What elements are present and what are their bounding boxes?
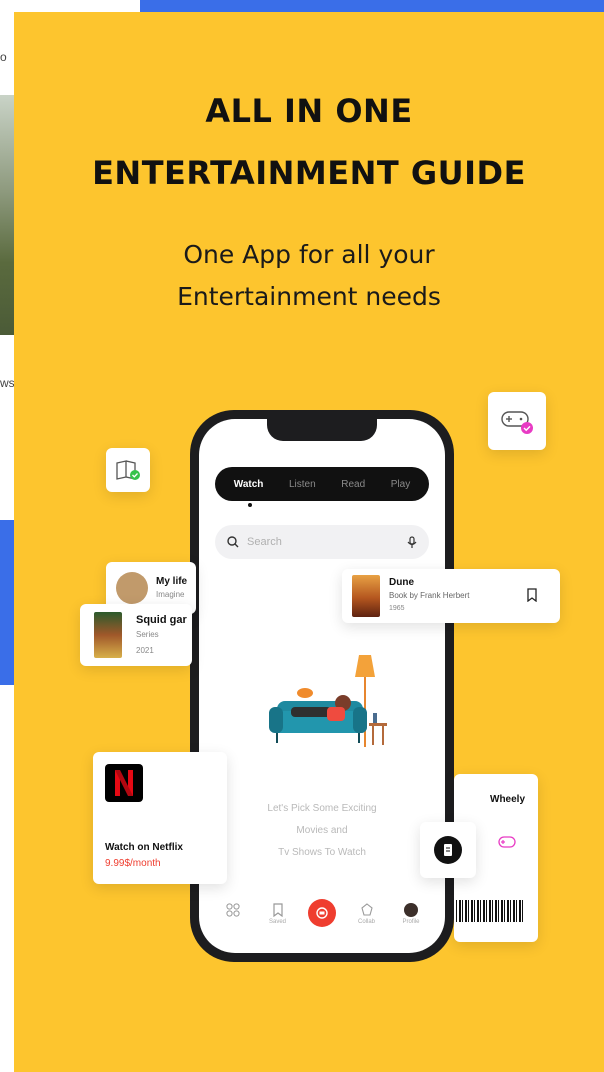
book-card-title: Dune: [389, 577, 414, 588]
search-input[interactable]: Search: [247, 536, 407, 548]
nav-profile-label: Profile: [402, 919, 420, 925]
left-text-fragment-1: o: [0, 50, 7, 64]
bottom-navigation: Saved Collab Profile: [215, 899, 429, 943]
netflix-logo: [105, 764, 143, 802]
series-card-type: Series: [136, 630, 159, 639]
search-icon: [227, 536, 239, 548]
tab-watch[interactable]: Watch: [234, 479, 264, 490]
record-icon: [308, 899, 336, 927]
series-card-title: Squid gar: [136, 614, 187, 626]
empty-state-line-2: Movies and: [296, 825, 348, 836]
netflix-card-title: Watch on Netflix: [105, 842, 183, 853]
book-card-subtitle: Book by Frank Herbert: [389, 591, 470, 600]
left-text-fragment-2: ws: [0, 376, 15, 390]
collab-icon: [360, 903, 373, 916]
top-blue-strip: [140, 0, 604, 12]
book-card[interactable]: Dune Book by Frank Herbert 1965: [342, 569, 560, 623]
nav-home[interactable]: [215, 903, 251, 919]
series-poster: [94, 612, 122, 658]
nav-saved[interactable]: Saved: [260, 903, 296, 925]
ticket-badge: [420, 822, 476, 878]
book-card-year: 1965: [389, 605, 405, 612]
empty-state-line-1: Let's Pick Some Exciting: [267, 803, 377, 814]
nav-collab[interactable]: Collab: [349, 903, 385, 925]
series-card[interactable]: Squid gar Series 2021: [80, 604, 192, 666]
avatar: [404, 903, 418, 917]
gamepad-icon: [501, 411, 533, 434]
tab-listen[interactable]: Listen: [289, 479, 316, 490]
nav-profile[interactable]: Profile: [393, 903, 429, 925]
nav-collab-label: Collab: [357, 919, 375, 925]
left-photo-fragment: [0, 95, 14, 335]
phone-mockup: Watch Listen Read Play Search Let's Pick…: [190, 410, 454, 962]
nav-saved-label: Saved: [268, 919, 286, 925]
music-card-subtitle: Imagine: [156, 590, 185, 599]
album-thumbnail: [116, 572, 148, 604]
phone-notch: [267, 419, 377, 441]
book-badge: [106, 448, 150, 492]
active-tab-indicator: [248, 503, 252, 507]
gamepad-icon: [498, 836, 516, 848]
book-cover: [352, 575, 380, 617]
subtitle-line-1: One App for all your: [183, 240, 435, 269]
nav-record[interactable]: [304, 899, 340, 927]
bookmark-icon: [272, 903, 283, 917]
music-card-title: My life: [156, 576, 188, 587]
tab-play[interactable]: Play: [391, 479, 410, 490]
microphone-icon[interactable]: [407, 535, 417, 549]
bookmark-icon[interactable]: [526, 588, 538, 602]
headline-line-2: ENTERTAINMENT GUIDE: [92, 154, 526, 192]
grid-icon: [226, 903, 240, 917]
barcode: [456, 900, 524, 922]
book-icon: [116, 460, 140, 480]
tab-read[interactable]: Read: [341, 479, 365, 490]
left-blue-fragment: [0, 520, 14, 685]
game-card-title: Wheely: [490, 794, 526, 805]
empty-state-line-3: Tv Shows To Watch: [278, 847, 366, 858]
phone-screen: Watch Listen Read Play Search Let's Pick…: [199, 419, 445, 953]
series-card-year: 2021: [136, 646, 154, 655]
netflix-card[interactable]: Watch on Netflix 9.99$/month: [93, 752, 227, 884]
couch-illustration: [261, 649, 391, 759]
game-badge: [488, 392, 546, 450]
category-tabs: Watch Listen Read Play: [215, 467, 429, 501]
subtitle-line-2: Entertainment needs: [177, 282, 441, 311]
search-bar[interactable]: Search: [215, 525, 429, 559]
netflix-card-price: 9.99$/month: [105, 858, 161, 869]
headline-line-1: ALL IN ONE: [205, 92, 413, 130]
ticket-icon: [434, 836, 462, 864]
